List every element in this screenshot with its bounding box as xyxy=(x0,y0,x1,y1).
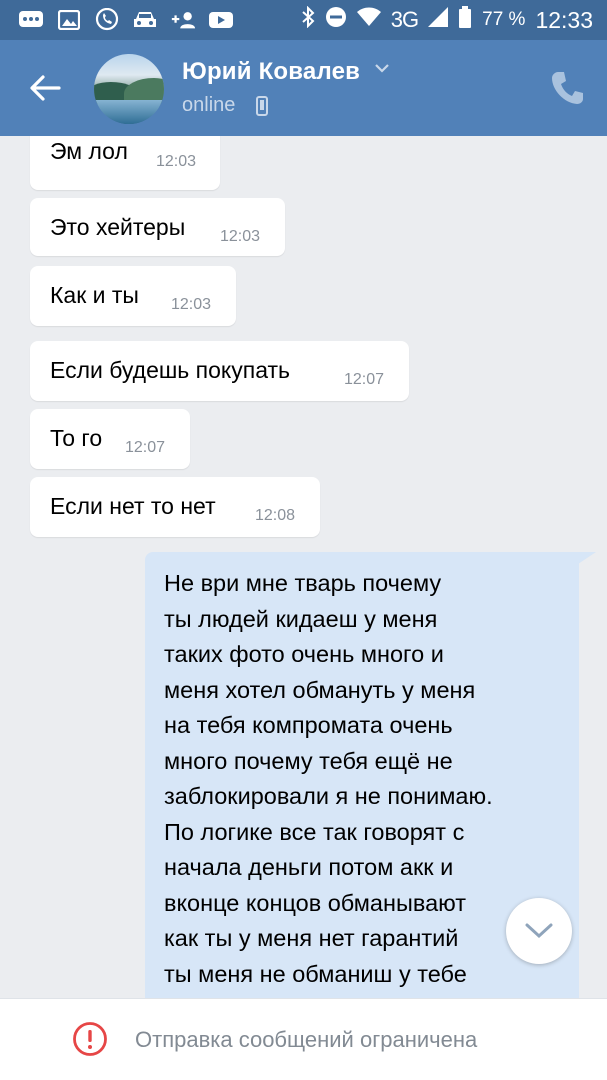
message-text: То го xyxy=(50,425,103,451)
bluetooth-icon xyxy=(301,5,315,34)
phone-icon xyxy=(552,72,583,104)
incoming-message[interactable]: Это хейтеры 12:03 xyxy=(30,198,285,256)
message-time: 12:03 xyxy=(220,228,261,245)
message-text: Эм лол xyxy=(50,138,128,164)
mobile-device-icon xyxy=(256,96,268,116)
car-icon xyxy=(132,9,158,31)
incoming-message[interactable]: То го 12:07 xyxy=(30,409,190,469)
bubble-tail xyxy=(578,552,596,564)
network-type: 3G xyxy=(390,7,419,32)
image-icon xyxy=(56,9,82,31)
incoming-message[interactable]: Эм лол 12:03 xyxy=(30,136,220,190)
youtube-icon xyxy=(208,9,234,31)
avatar[interactable] xyxy=(94,54,164,124)
signal-icon xyxy=(428,7,449,33)
message-icon xyxy=(18,9,44,31)
contact-name[interactable]: Юрий Ковалев xyxy=(182,58,360,86)
message-text: Если нет то нет xyxy=(50,493,216,519)
message-text: Как и ты xyxy=(50,282,139,308)
chat-header: Юрий Ковалев online xyxy=(0,40,607,136)
battery-percent: 77 % xyxy=(482,9,526,30)
chevron-down-icon xyxy=(525,923,553,939)
incoming-message[interactable]: Если будешь покупать 12:07 xyxy=(30,341,409,401)
messaging-restricted-notice: Отправка сообщений ограничена xyxy=(0,998,607,1080)
message-text: Это хейтеры xyxy=(50,214,186,240)
contact-status: online xyxy=(182,94,236,116)
add-contact-icon xyxy=(170,9,196,31)
do-not-disturb-icon xyxy=(325,6,347,34)
back-button[interactable] xyxy=(22,66,68,110)
viber-icon xyxy=(94,8,120,31)
call-button[interactable] xyxy=(550,70,584,106)
message-time: 12:03 xyxy=(171,296,212,313)
message-time: 12:03 xyxy=(156,153,197,170)
message-time: 12:07 xyxy=(344,371,385,388)
wifi-icon xyxy=(356,7,381,33)
incoming-message[interactable]: Если нет то нет 12:08 xyxy=(30,477,320,537)
message-text: Если будешь покупать xyxy=(50,357,291,383)
clock: 12:33 xyxy=(535,6,593,33)
status-bar: 3G 77 % 12:33 xyxy=(0,0,607,40)
battery-icon xyxy=(458,6,472,34)
message-list[interactable]: Эм лол 12:03 Это хейтеры 12:03 Как и ты … xyxy=(0,136,607,998)
alert-icon xyxy=(73,1022,107,1056)
chat-screen: 3G 77 % 12:33 Юрий Ковалев online Эм лол… xyxy=(0,0,607,1080)
message-time: 12:08 xyxy=(255,507,296,524)
chevron-down-icon[interactable] xyxy=(374,62,390,74)
notice-text: Отправка сообщений ограничена xyxy=(135,1027,478,1052)
arrow-left-icon xyxy=(30,75,61,101)
incoming-message[interactable]: Как и ты 12:03 xyxy=(30,266,236,326)
message-time: 12:07 xyxy=(125,439,166,456)
scroll-to-bottom-button[interactable] xyxy=(506,898,572,964)
